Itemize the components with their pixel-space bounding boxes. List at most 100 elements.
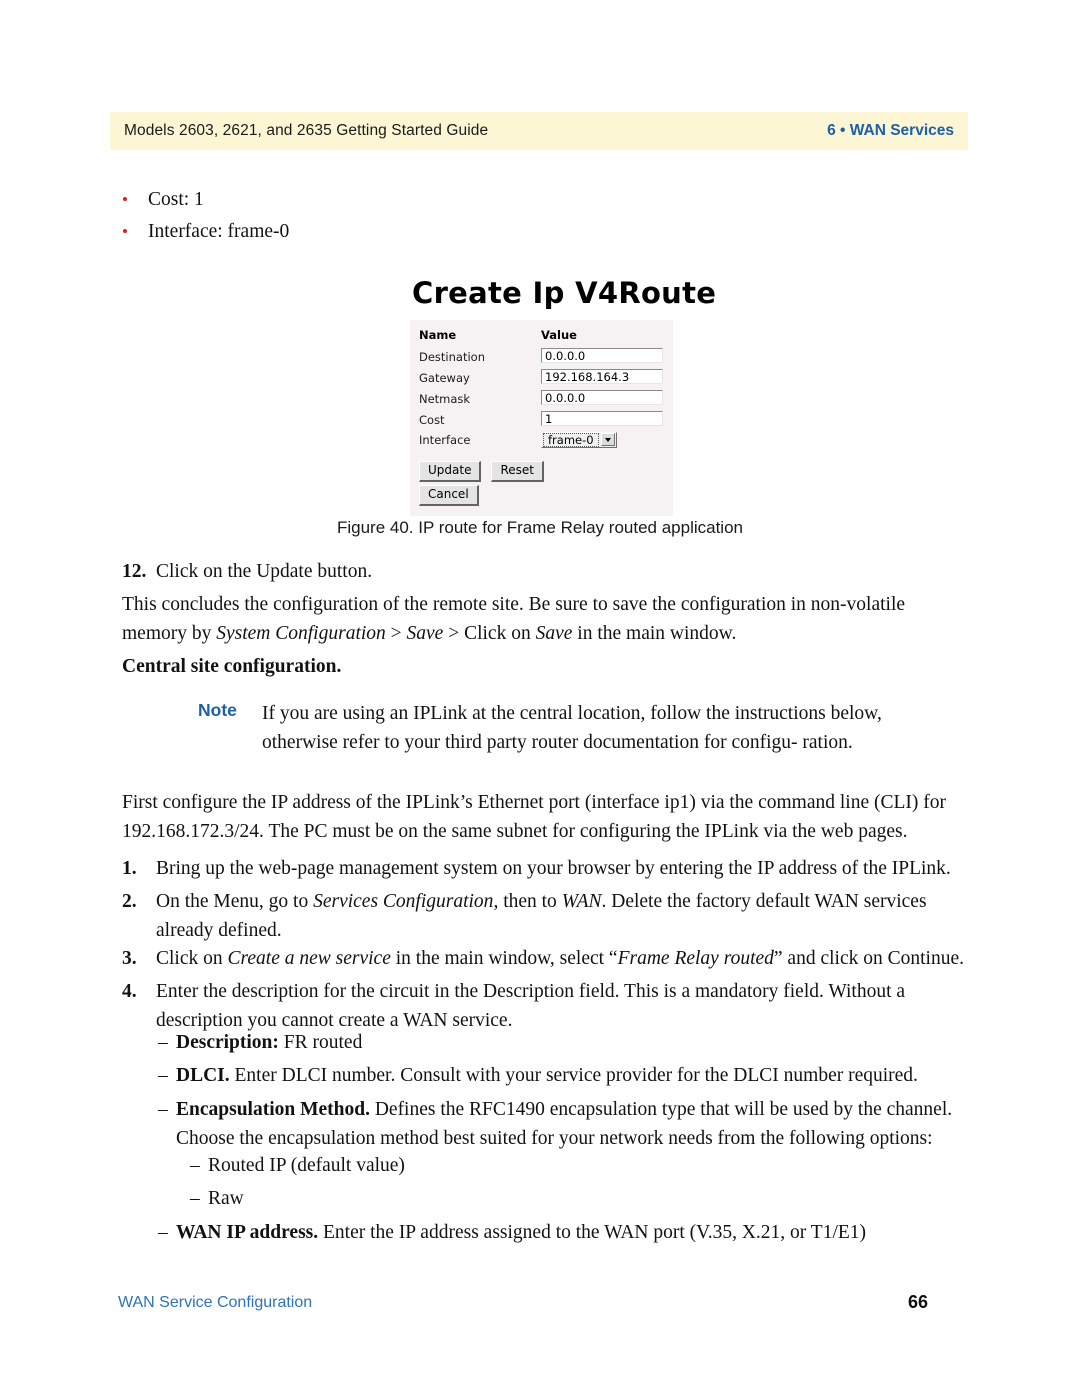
- field-cell-interface: frame-0: [541, 430, 663, 449]
- sub-item-description: Enter the IP address assigned to the WAN…: [318, 1222, 867, 1243]
- conclusion-line-2-prefix: by: [191, 622, 217, 644]
- sub-item-text: DLCI. Enter DLCI number. Consult with yo…: [176, 1062, 958, 1091]
- table-row: Gateway 192.168.164.3: [419, 367, 663, 388]
- step-text-part-italic: WAN: [561, 891, 602, 912]
- footer-section-title: WAN Service Configuration: [118, 1294, 313, 1311]
- list-item: 3. Click on Create a new service in the …: [122, 945, 982, 974]
- destination-input[interactable]: 0.0.0.0: [541, 347, 663, 363]
- list-item: – Routed IP (default value): [190, 1152, 890, 1181]
- list-item: 2. On the Menu, go to Services Configura…: [122, 888, 972, 945]
- cancel-button[interactable]: Cancel: [419, 485, 479, 506]
- column-header-name: Name: [419, 328, 457, 342]
- gateway-input[interactable]: 192.168.164.3: [541, 368, 663, 384]
- note-body: If you are using an IPLink at the centra…: [262, 700, 898, 757]
- sub-item-term: Description:: [176, 1032, 279, 1053]
- interface-select-value: frame-0: [543, 432, 599, 447]
- figure-caption: Figure 40. IP route for Frame Relay rout…: [336, 518, 743, 537]
- netmask-input[interactable]: 0.0.0.0: [541, 389, 663, 405]
- table-row: Interface frame-0: [419, 430, 663, 449]
- conclusion-italic-save-1: Save: [406, 622, 444, 644]
- list-item: • Cost: 1: [122, 187, 204, 213]
- interface-select[interactable]: frame-0: [541, 431, 617, 448]
- field-cell-destination: 0.0.0.0: [541, 346, 663, 367]
- sub-item-term: WAN IP address.: [176, 1222, 319, 1243]
- list-item: • Interface: frame-0: [122, 219, 289, 245]
- sub-item-text: Routed IP (default value): [208, 1155, 405, 1176]
- page-running-header: Models 2603, 2621, and 2635 Getting Star…: [110, 112, 968, 150]
- conclusion-italic-save-2: Save: [535, 622, 573, 644]
- sub-item-term: Encapsulation Method.: [176, 1099, 370, 1120]
- list-item: – Encapsulation Method. Defines the RFC1…: [158, 1096, 968, 1153]
- step-number: 4.: [122, 981, 137, 1002]
- footer-page-number: 66: [908, 1292, 929, 1312]
- field-label-destination: Destination: [419, 349, 485, 364]
- bullet-icon: •: [122, 222, 128, 241]
- step-number: 2.: [122, 891, 137, 912]
- step-number: 12.: [122, 561, 147, 582]
- note-label: Note: [198, 700, 237, 720]
- update-button[interactable]: Update: [419, 461, 482, 482]
- step-text-part-italic: Services Configuration: [313, 891, 494, 912]
- table-row: Cost 1: [419, 409, 663, 430]
- step-text-part-italic: Create a new service: [227, 948, 391, 969]
- list-item: – Raw: [190, 1185, 890, 1214]
- paragraph-first-configure: First configure the IP address of the IP…: [122, 789, 982, 846]
- route-parameter-table: Name Value Destination 0.0.0.0 Gateway 1…: [419, 328, 663, 449]
- form-title: Create Ip V4Route: [412, 276, 717, 310]
- step-text-part: in the main window, select “: [390, 948, 618, 969]
- paragraph-conclusion: This concludes the configuration of the …: [122, 591, 972, 648]
- note-line-3: ration.: [802, 731, 853, 753]
- dash-marker: –: [158, 1099, 168, 1120]
- cost-input[interactable]: 1: [541, 410, 663, 426]
- list-item: 4. Enter the description for the circuit…: [122, 978, 972, 1035]
- dash-marker: –: [158, 1032, 168, 1053]
- sub-item-text: WAN IP address. Enter the IP address ass…: [176, 1219, 978, 1248]
- bullet-text: Cost: 1: [148, 189, 204, 210]
- step-text-part: Enter the description for the circuit in…: [156, 981, 906, 1031]
- field-label-gateway: Gateway: [419, 370, 470, 385]
- conclusion-separator-1: >: [385, 622, 407, 644]
- field-label-netmask: Netmask: [419, 391, 471, 406]
- bullet-text: Interface: frame-0: [148, 221, 290, 242]
- reset-button[interactable]: Reset: [491, 461, 544, 482]
- conclusion-italic-system-configuration: System Configuration: [216, 622, 386, 644]
- header-chapter-title: 6 • WAN Services: [827, 122, 954, 139]
- field-cell-cost: 1: [541, 409, 663, 430]
- list-item: – DLCI. Enter DLCI number. Consult with …: [158, 1062, 958, 1091]
- conclusion-tail: in the main window.: [572, 622, 737, 644]
- sub-item-text: Encapsulation Method. Defines the RFC149…: [176, 1096, 968, 1153]
- dash-marker: –: [158, 1222, 168, 1243]
- field-cell-gateway: 192.168.164.3: [541, 367, 663, 388]
- field-label-interface: Interface: [419, 432, 471, 447]
- step-text-part: Bring up the web-page management system …: [156, 858, 951, 879]
- header-document-title: Models 2603, 2621, and 2635 Getting Star…: [124, 122, 489, 139]
- dash-marker: –: [190, 1155, 200, 1176]
- step-number: 1.: [122, 858, 137, 879]
- table-header-row: Name Value: [419, 328, 663, 346]
- figure-screenshot: Create Ip V4Route Name Value Destination…: [410, 276, 716, 516]
- list-item: 1. Bring up the web-page management syst…: [122, 855, 972, 884]
- list-item: 12. Click on the Update button.: [122, 558, 942, 587]
- field-cell-netmask: 0.0.0.0: [541, 388, 663, 409]
- list-item: – WAN IP address. Enter the IP address a…: [158, 1219, 978, 1248]
- first-configure-line-2: 192.168.172.3/24. The PC must be on the …: [122, 820, 908, 842]
- form-button-row-secondary: Cancel: [419, 485, 673, 506]
- form-button-row-primary: Update Reset: [419, 461, 673, 482]
- section-heading-central-site: Central site configuration.: [122, 656, 342, 677]
- dash-marker: –: [158, 1065, 168, 1086]
- dash-marker: –: [190, 1188, 200, 1209]
- conclusion-separator-2: > Click on: [443, 622, 536, 644]
- note-line-1: If you are using an IPLink at the centra…: [262, 703, 826, 724]
- step-text: Bring up the web-page management system …: [156, 855, 972, 884]
- step-text: On the Menu, go to Services Configuratio…: [156, 888, 972, 945]
- step-text-part: On the Menu, go to: [156, 891, 314, 912]
- step-text-part: , then to: [493, 891, 562, 912]
- chevron-down-icon[interactable]: [600, 433, 615, 446]
- first-configure-line-1: First configure the IP address of the IP…: [122, 792, 946, 813]
- table-row: Netmask 0.0.0.0: [419, 388, 663, 409]
- table-row: Destination 0.0.0.0: [419, 346, 663, 367]
- step-text-part: ” and click on Continue.: [773, 948, 964, 969]
- list-item: – Description: FR routed: [158, 1029, 958, 1058]
- sub-item-text: Description: FR routed: [176, 1029, 958, 1058]
- sub-item-description: Enter DLCI number. Consult with your ser…: [229, 1065, 918, 1086]
